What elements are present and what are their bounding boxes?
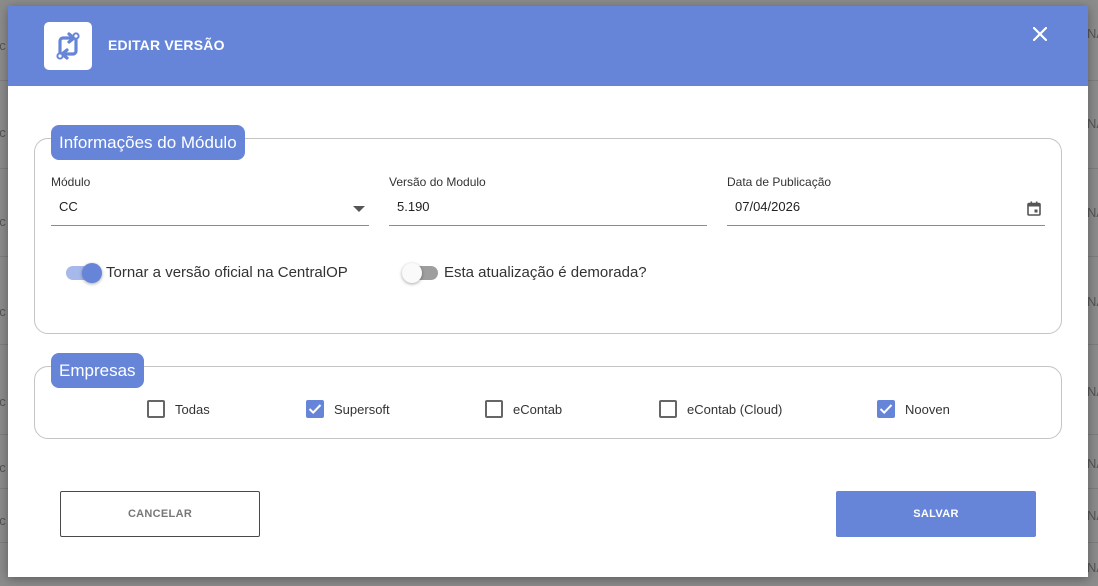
module-select[interactable]: Módulo CC [51,175,369,233]
module-value: CC [59,199,78,214]
edit-version-dialog: EDITAR VERSÃO Informações do Módulo Módu… [8,6,1088,577]
publication-date-value: 07/04/2026 [735,199,801,214]
dialog-title: EDITAR VERSÃO [108,37,225,53]
checkbox-box[interactable] [659,400,677,418]
version-label: Versão do Modulo [389,175,486,189]
version-field[interactable]: Versão do Modulo 5.190 [389,175,707,233]
background-cell: NÃ [1087,116,1098,131]
background-cell: uc [0,460,6,475]
module-select-value[interactable]: CC [51,194,369,226]
checkbox-label: eContab (Cloud) [687,401,783,417]
background-cell: NÃ [1087,205,1098,220]
checkbox-label: Todas [175,401,210,417]
close-icon[interactable] [1030,24,1050,44]
background-cell: NÃ [1087,508,1098,523]
background-cell: NÃ [1087,294,1098,309]
toggle-thumb[interactable] [402,262,422,283]
background-cell: NÃ [1087,456,1098,471]
checkbox-supersoft[interactable]: Supersoft [306,400,390,418]
checkbox-label: eContab [513,401,563,417]
background-cell: uc [0,214,6,229]
background-cell: uc [0,125,6,140]
calendar-icon[interactable] [1027,199,1041,225]
check-icon [879,404,893,415]
publication-date-field[interactable]: Data de Publicação 07/04/2026 [727,175,1045,233]
checkbox-econtab-cloud[interactable]: eContab (Cloud) [659,400,782,418]
checkbox-box[interactable] [306,400,324,418]
official-version-label: Tornar a versão oficial na CentralOP [106,264,348,281]
background-cell: uc [0,394,6,409]
toggle-thumb[interactable] [82,262,102,283]
dropdown-arrow-icon[interactable] [353,206,365,212]
section-legend: Empresas [51,353,144,388]
checkbox-box[interactable] [147,400,165,418]
checkbox-todas[interactable]: Todas [147,400,210,418]
checkbox-label: Supersoft [334,401,390,417]
background-cell: NÃ [1087,384,1098,399]
version-input[interactable]: 5.190 [389,194,707,226]
swap-versions-icon [44,22,92,70]
slow-update-toggle[interactable]: Esta atualização é demorada? [402,262,647,283]
checkbox-nooven[interactable]: Nooven [877,400,950,418]
checkbox-box[interactable] [877,400,895,418]
module-info-section: Informações do Módulo [34,125,1062,334]
official-version-toggle[interactable]: Tornar a versão oficial na CentralOP [66,262,348,283]
toggle-track[interactable] [66,262,102,283]
checkbox-econtab[interactable]: eContab [485,400,562,418]
section-legend: Informações do Módulo [51,125,245,160]
background-cell: uc [0,513,6,528]
version-value: 5.190 [397,199,430,214]
background-cell: uc [0,38,6,53]
cancel-button[interactable]: CANCELAR [60,491,260,537]
check-icon [308,404,322,415]
background-cell: NÃ [1087,26,1098,41]
publication-date-input[interactable]: 07/04/2026 [727,194,1045,226]
background-cell: NÃ [1087,560,1098,575]
toggle-track[interactable] [402,262,438,283]
background-cell: uc [0,304,6,319]
checkbox-label: Nooven [905,401,950,417]
dialog-header: EDITAR VERSÃO [8,6,1088,86]
save-button[interactable]: SALVAR [836,491,1036,537]
module-label: Módulo [51,175,91,189]
slow-update-label: Esta atualização é demorada? [444,264,647,281]
publication-date-label: Data de Publicação [727,175,832,189]
checkbox-box[interactable] [485,400,503,418]
